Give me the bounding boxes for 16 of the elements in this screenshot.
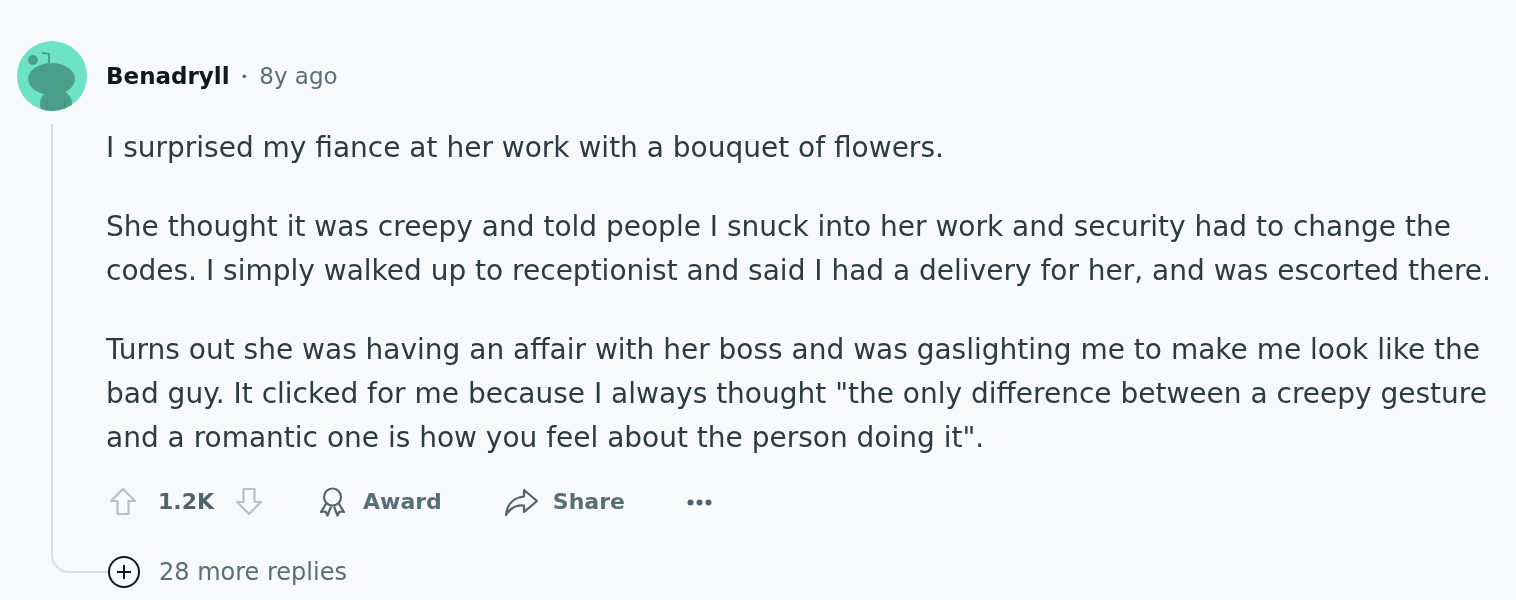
timestamp: 8y ago [259,64,338,88]
comment-paragraph: I surprised my fiance at her work with a bouquet of flowers. [106,130,945,166]
separator-dot: • [240,69,249,83]
award-button[interactable]: Award [316,486,442,518]
share-icon [503,487,539,517]
more-replies-button[interactable]: 28 more replies [108,556,347,588]
share-button[interactable]: Share [503,487,625,517]
comment-paragraph: Turns out she was having an affair with her boss and was gaslighting me to make me look like the bad guy. It clicked for me because I always thought "the only difference between a creepy gesture and a romantic one is how you feel about the person doing it". [106,332,1488,456]
upvote-icon[interactable] [108,486,138,518]
plus-circle-icon [108,556,140,588]
avatar-icon [17,41,87,111]
more-icon[interactable] [686,498,712,506]
username[interactable]: Benadryll [106,64,230,88]
downvote-icon[interactable] [234,486,265,518]
comment-paragraph: She thought it was creepy and told people I snuck into her work and security had to change the codes. I simply walked up to receptionist and said I had a delivery for her, and was escorted there. [106,209,1492,289]
vote-count: 1.2K [158,491,215,513]
